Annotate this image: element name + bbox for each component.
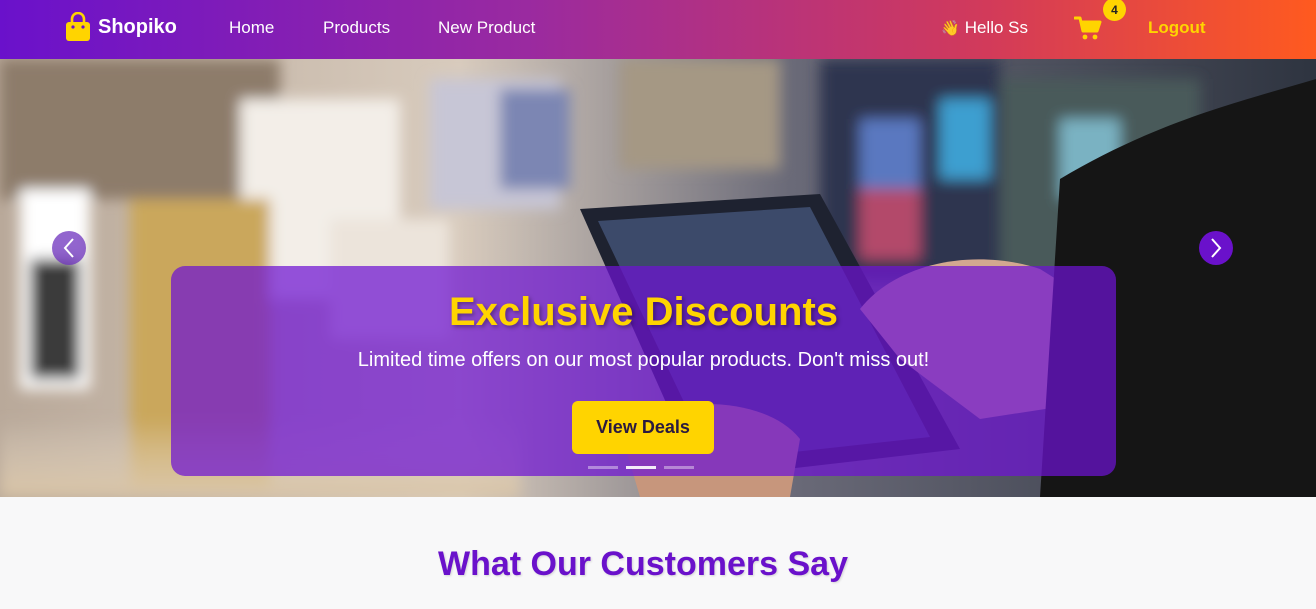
carousel-caption: Exclusive Discounts Limited time offers … bbox=[171, 266, 1116, 476]
navbar: Shopiko Home Products New Product 👋 Hell… bbox=[0, 0, 1316, 59]
brand-name: Shopiko bbox=[98, 15, 177, 38]
testimonials-heading: What Our Customers Say bbox=[438, 545, 848, 583]
cart-count-badge: 4 bbox=[1103, 0, 1126, 21]
greeting-text: Hello Ss bbox=[964, 18, 1028, 37]
carousel-prev-button[interactable] bbox=[52, 231, 86, 265]
nav-home-link[interactable]: Home bbox=[229, 18, 274, 38]
hero-subtitle: Limited time offers on our most popular … bbox=[357, 349, 930, 371]
carousel-indicators bbox=[588, 466, 694, 469]
view-deals-button[interactable]: View Deals bbox=[572, 401, 714, 454]
user-greeting: 👋 Hello Ss bbox=[941, 18, 1028, 38]
carousel-indicator[interactable] bbox=[664, 466, 694, 469]
carousel-indicator[interactable] bbox=[588, 466, 618, 469]
nav-products-link[interactable]: Products bbox=[323, 18, 390, 38]
chevron-left-icon bbox=[63, 238, 74, 258]
nav-new-product-link[interactable]: New Product bbox=[438, 18, 535, 38]
hero-carousel: Exclusive Discounts Limited time offers … bbox=[0, 59, 1316, 497]
chevron-right-icon bbox=[1211, 238, 1222, 258]
carousel-next-button[interactable] bbox=[1199, 231, 1233, 265]
logout-link[interactable]: Logout bbox=[1148, 18, 1206, 38]
hero-title: Exclusive Discounts bbox=[448, 290, 839, 334]
waving-hand-icon: 👋 bbox=[941, 20, 960, 37]
shopping-cart-icon[interactable] bbox=[1074, 15, 1102, 41]
shopping-bag-icon bbox=[66, 12, 90, 41]
carousel-indicator[interactable] bbox=[626, 466, 656, 469]
brand-link[interactable]: Shopiko bbox=[64, 12, 177, 42]
